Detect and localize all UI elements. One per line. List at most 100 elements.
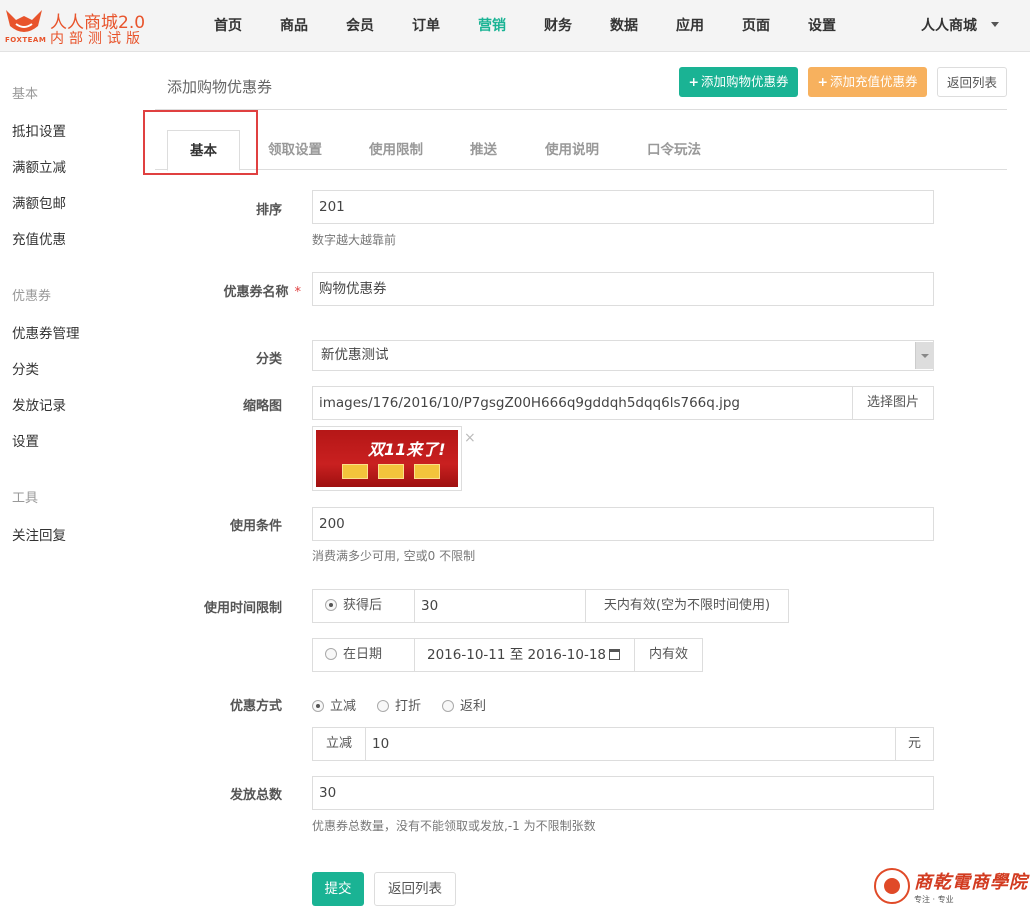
add-shopping-coupon-label: 添加购物优惠券 — [700, 74, 789, 89]
radio-icon — [442, 699, 454, 712]
total-help: 优惠券总数量，没有不能领取或发放,-1 为不限制张数 — [312, 819, 596, 833]
sidebar-item-follow-reply[interactable]: 关注回复 — [12, 524, 66, 544]
condition-help: 消费满多少可用, 空或0 不限制 — [312, 549, 476, 563]
valid-days-suffix: 天内有效(空为不限时间使用) — [585, 589, 789, 623]
sidebar-group-basic: 基本 — [12, 87, 39, 102]
sidebar-item-free-shipping[interactable]: 满额包邮 — [12, 192, 66, 212]
category-label: 分类 — [255, 352, 282, 367]
radio-after-obtain-label: 获得后 — [343, 598, 383, 613]
watermark-subtitle: 专注 · 专业 — [914, 895, 954, 904]
discount-option-cashback[interactable]: 返利 — [442, 695, 486, 714]
radio-icon — [325, 598, 337, 611]
back-to-list-bottom-button[interactable]: 返回列表 — [374, 872, 456, 906]
tab-password-play[interactable]: 口令玩法 — [647, 138, 701, 158]
discount-option-reduce[interactable]: 立减 — [312, 695, 356, 714]
sidebar-item-category[interactable]: 分类 — [12, 358, 39, 378]
nav-item-members[interactable]: 会员 — [327, 0, 393, 52]
thumbnail-coupon-card — [414, 464, 440, 479]
sidebar-item-issue-records[interactable]: 发放记录 — [12, 394, 66, 414]
radio-icon — [377, 699, 389, 712]
total-input[interactable]: 30 — [312, 776, 934, 810]
date-range-suffix: 内有效 — [634, 638, 703, 672]
discount-option-percent-label: 打折 — [395, 699, 422, 714]
thumbnail-preview: 双11来了! — [312, 426, 462, 491]
chevron-down-icon — [991, 21, 999, 27]
select-arrow-icon[interactable] — [915, 342, 933, 369]
watermark-logo: 商乾電商學院 专注 · 专业 — [874, 866, 1028, 908]
radio-icon — [312, 699, 324, 712]
user-menu[interactable]: 人人商城 — [921, 0, 999, 52]
coupon-name-label: 优惠券名称 * — [162, 281, 301, 300]
discount-option-reduce-label: 立减 — [330, 699, 357, 714]
time-limit-label: 使用时间限制 — [203, 601, 282, 616]
radio-in-date[interactable]: 在日期 — [312, 638, 415, 672]
fox-logo-icon — [6, 10, 42, 32]
thumbnail-image: 双11来了! — [316, 430, 458, 487]
nav-item-apps[interactable]: 应用 — [657, 0, 723, 52]
brand-logo[interactable]: FOXTEAM 人人商城2.0 内部测试版 — [4, 6, 154, 47]
discount-option-cashback-label: 返利 — [460, 699, 487, 714]
radio-after-obtain[interactable]: 获得后 — [312, 589, 415, 623]
header-divider — [155, 109, 1007, 110]
nav-item-pages[interactable]: 页面 — [723, 0, 789, 52]
thumbnail-path-input[interactable]: images/176/2016/10/P7gsgZ00H666q9gddqh5d… — [312, 386, 853, 420]
tab-usage-limits[interactable]: 使用限制 — [369, 138, 423, 158]
page-title: 添加购物优惠券 — [167, 78, 273, 96]
sort-input[interactable]: 201 — [312, 190, 934, 224]
thumbnail-coupon-card — [378, 464, 404, 479]
brand-subtitle: 内部测试版 — [50, 31, 145, 47]
sidebar-item-coupon-manage[interactable]: 优惠券管理 — [12, 322, 80, 342]
tab-usage-notes[interactable]: 使用说明 — [545, 138, 599, 158]
thumbnail-banner-text: 双11来了! — [368, 440, 446, 459]
add-recharge-coupon-button[interactable]: + 添加充值优惠券 — [808, 67, 927, 97]
sort-label: 排序 — [255, 203, 282, 218]
discount-value-input[interactable]: 10 — [365, 727, 896, 761]
date-range-text: 2016-10-11 至 2016-10-18 — [427, 647, 606, 663]
plus-icon: + — [688, 74, 699, 89]
category-select[interactable]: 新优惠测试 — [312, 340, 934, 371]
sidebar-group-tools: 工具 — [12, 491, 39, 506]
sidebar-group-coupons: 优惠券 — [12, 289, 52, 304]
user-name: 人人商城 — [921, 18, 977, 34]
sidebar-item-recharge-offer[interactable]: 充值优惠 — [12, 228, 66, 248]
nav-item-home[interactable]: 首页 — [195, 0, 261, 52]
radio-icon — [325, 647, 337, 660]
condition-label: 使用条件 — [229, 519, 282, 534]
required-mark: * — [294, 285, 302, 300]
discount-option-percent[interactable]: 打折 — [377, 695, 421, 714]
back-to-list-button[interactable]: 返回列表 — [937, 67, 1007, 97]
watermark-seal-icon — [874, 868, 910, 904]
nav-item-data[interactable]: 数据 — [591, 0, 657, 52]
sort-help: 数字越大越靠前 — [312, 233, 397, 247]
total-label: 发放总数 — [229, 788, 282, 803]
nav-item-finance[interactable]: 财务 — [525, 0, 591, 52]
tab-claim-settings[interactable]: 领取设置 — [268, 138, 322, 158]
sidebar-item-full-reduction[interactable]: 满额立减 — [12, 156, 66, 176]
main-nav: 首页 商品 会员 订单 营销 财务 数据 应用 页面 设置 — [195, 0, 855, 52]
sidebar-item-coupon-settings[interactable]: 设置 — [12, 430, 39, 450]
highlight-annotation — [143, 110, 258, 175]
remove-image-icon[interactable]: × — [464, 430, 476, 446]
discount-suffix: 元 — [895, 727, 934, 761]
condition-input[interactable]: 200 — [312, 507, 934, 541]
thumbnail-coupon-card — [342, 464, 368, 479]
calendar-icon — [609, 648, 620, 660]
top-navbar: FOXTEAM 人人商城2.0 内部测试版 首页 商品 会员 订单 营销 财务 … — [0, 0, 1030, 52]
date-range-input[interactable]: 2016-10-11 至 2016-10-18 — [414, 638, 635, 672]
nav-item-goods[interactable]: 商品 — [261, 0, 327, 52]
select-image-button[interactable]: 选择图片 — [852, 386, 934, 420]
sidebar-item-deduction[interactable]: 抵扣设置 — [12, 120, 66, 140]
nav-item-settings[interactable]: 设置 — [789, 0, 855, 52]
submit-button[interactable]: 提交 — [312, 872, 364, 906]
add-shopping-coupon-button[interactable]: + 添加购物优惠券 — [679, 67, 798, 97]
valid-days-input[interactable]: 30 — [414, 589, 586, 623]
tabs-divider — [155, 169, 1007, 170]
coupon-name-label-text: 优惠券名称 — [223, 285, 289, 300]
nav-item-orders[interactable]: 订单 — [393, 0, 459, 52]
tab-push[interactable]: 推送 — [470, 138, 497, 158]
plus-icon: + — [817, 74, 828, 89]
nav-item-marketing[interactable]: 营销 — [459, 0, 525, 52]
discount-prefix: 立减 — [312, 727, 366, 761]
watermark-title: 商乾電商學院 — [914, 872, 1028, 893]
coupon-name-input[interactable]: 购物优惠券 — [312, 272, 934, 306]
